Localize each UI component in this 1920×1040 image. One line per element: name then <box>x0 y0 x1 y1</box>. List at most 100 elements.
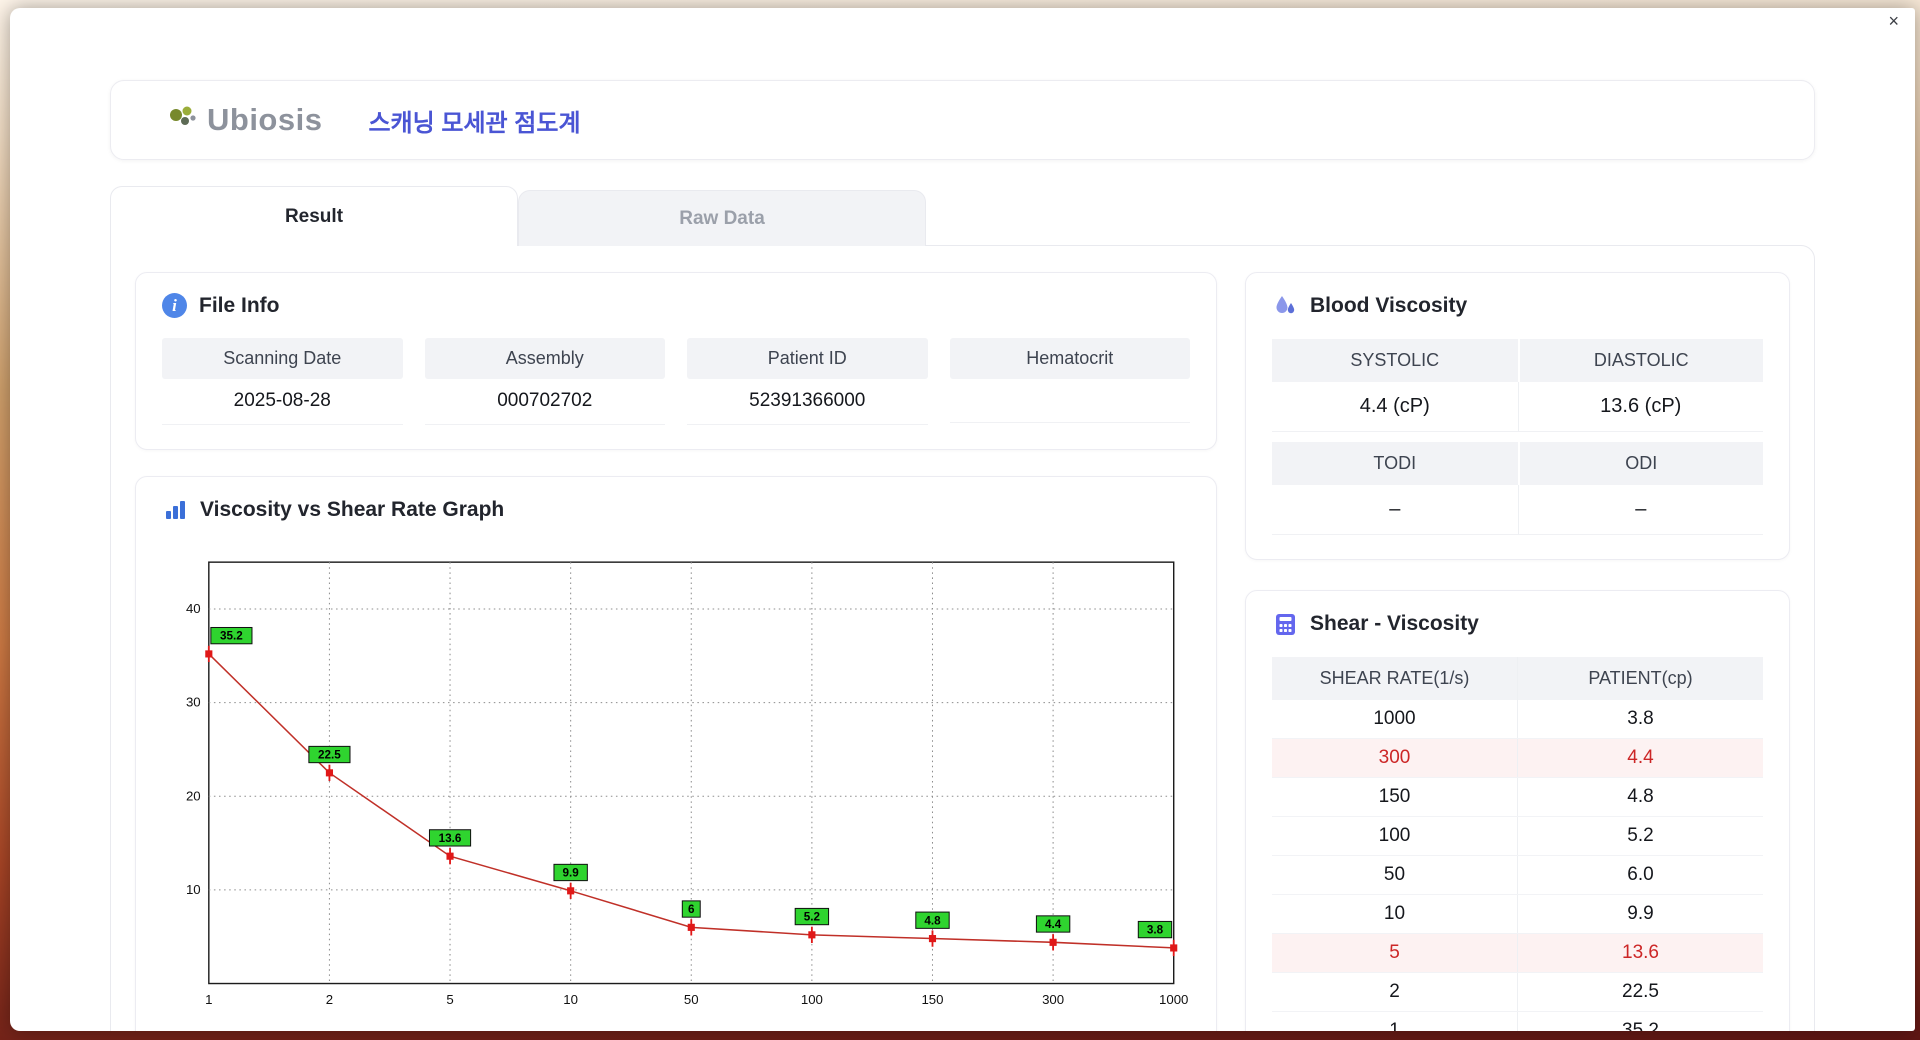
info-icon: i <box>162 293 187 318</box>
close-icon[interactable]: × <box>1888 12 1899 30</box>
svg-text:40: 40 <box>186 601 201 616</box>
field-value: 2025-08-28 <box>162 379 403 425</box>
calculator-icon <box>1272 611 1298 637</box>
table-row: 10 9.9 <box>1272 894 1763 934</box>
app-window: × Ubiosis 스캐닝 모세관 점도계 Result Raw Data i … <box>10 8 1915 1031</box>
svg-text:13.6: 13.6 <box>439 832 462 845</box>
file-info-field: Hematocrit <box>949 338 1190 425</box>
logo-leaf-icon <box>170 106 196 125</box>
table-cell: 300 <box>1272 738 1518 778</box>
table-cell: 2 <box>1272 972 1518 1012</box>
field-value: 52391366000 <box>687 379 928 425</box>
viscosity-graph-card: Viscosity vs Shear Rate Graph 10 20 30 40 1 2… <box>135 476 1217 1031</box>
viscosity-chart: 10 20 30 40 1 2 5 10 50 100 150 300 1000 35.2 22.5 13.6… <box>186 561 1188 1007</box>
header-card: Ubiosis 스캐닝 모세관 점도계 <box>110 80 1815 160</box>
field-value <box>949 379 1190 423</box>
tab-content: i File Info Scanning Date 2025-08-28 Assem… <box>110 245 1815 1031</box>
chart-area: 10 20 30 40 1 2 5 10 50 100 150 300 1000 35.2 22.5 13.6… <box>162 543 1190 1021</box>
table-row: 1 35.2 <box>1272 1011 1763 1031</box>
tab-raw-data[interactable]: Raw Data <box>518 190 926 246</box>
table-row: 150 4.8 <box>1272 777 1763 817</box>
table-cell: 5.2 <box>1517 816 1763 856</box>
table-cell: 13.6 <box>1517 933 1763 973</box>
table-cell: 9.9 <box>1517 894 1763 934</box>
field-value: 000702702 <box>424 379 665 425</box>
page-title: 스캐닝 모세관 점도계 <box>368 109 581 137</box>
svg-text:50: 50 <box>684 992 699 1007</box>
table-cell: 4.8 <box>1517 777 1763 817</box>
table-cell: 50 <box>1272 855 1518 895</box>
svg-text:9.9: 9.9 <box>563 867 580 880</box>
svg-text:1: 1 <box>205 992 212 1007</box>
svg-text:5.2: 5.2 <box>804 911 821 924</box>
field-label: Hematocrit <box>949 338 1190 379</box>
file-info-field: Assembly 000702702 <box>424 338 665 425</box>
svg-text:4.4: 4.4 <box>1045 918 1062 931</box>
bar-chart-icon <box>162 497 188 523</box>
field-label: Patient ID <box>687 338 928 379</box>
svg-text:30: 30 <box>186 695 201 710</box>
shear-viscosity-table: SHEAR RATE(1/s) PATIENT(cp) 1000 3.8 300 4.… <box>1272 657 1763 1031</box>
table-row: 5 13.6 <box>1272 933 1763 973</box>
diastolic-label: DIASTOLIC <box>1517 339 1763 382</box>
svg-text:10: 10 <box>186 882 201 897</box>
svg-text:4.8: 4.8 <box>924 914 941 927</box>
table-cell: 22.5 <box>1517 972 1763 1012</box>
field-label: Assembly <box>424 338 665 379</box>
file-info-field: Scanning Date 2025-08-28 <box>162 338 403 425</box>
svg-text:100: 100 <box>801 992 823 1007</box>
file-info-title: File Info <box>199 293 280 317</box>
tab-bar: Result Raw Data <box>110 186 1815 246</box>
table-cell: 150 <box>1272 777 1518 817</box>
ubiosis-logo: Ubiosis <box>163 100 322 140</box>
table-row: 2 22.5 <box>1272 972 1763 1012</box>
systolic-value: 4.4 (cP) <box>1272 382 1518 432</box>
diastolic-value: 13.6 (cP) <box>1517 382 1763 432</box>
column-header-shear-rate: SHEAR RATE(1/s) <box>1272 657 1518 700</box>
field-label: Scanning Date <box>162 338 403 379</box>
svg-text:300: 300 <box>1042 992 1064 1007</box>
svg-text:2: 2 <box>326 992 333 1007</box>
svg-text:3.8: 3.8 <box>1147 924 1164 937</box>
table-cell: 1000 <box>1272 700 1518 739</box>
svg-text:35.2: 35.2 <box>220 630 243 643</box>
table-cell: 3.8 <box>1517 700 1763 739</box>
column-header-patient: PATIENT(cp) <box>1517 657 1763 700</box>
svg-text:5: 5 <box>446 992 453 1007</box>
shear-viscosity-title: Shear - Viscosity <box>1310 612 1479 635</box>
svg-text:20: 20 <box>186 788 201 803</box>
blood-viscosity-card: Blood Viscosity SYSTOLIC DIASTOLIC 4.4 (… <box>1245 272 1790 560</box>
table-cell: 10 <box>1272 894 1518 934</box>
file-info-field: Patient ID 52391366000 <box>687 338 928 425</box>
table-cell: 6.0 <box>1517 855 1763 895</box>
table-row: 100 5.2 <box>1272 816 1763 856</box>
tab-result[interactable]: Result <box>110 186 518 246</box>
file-info-fields: Scanning Date 2025-08-28 Assembly 000702702… <box>162 338 1190 425</box>
table-cell: 35.2 <box>1517 1011 1763 1031</box>
table-row: 50 6.0 <box>1272 855 1763 895</box>
graph-title: Viscosity vs Shear Rate Graph <box>200 498 505 521</box>
svg-text:1000: 1000 <box>1159 992 1188 1007</box>
odi-label: ODI <box>1517 442 1763 485</box>
table-row: 1000 3.8 <box>1272 700 1763 739</box>
todi-label: TODI <box>1272 442 1518 485</box>
file-info-card: i File Info Scanning Date 2025-08-28 Assem… <box>135 272 1217 450</box>
shear-viscosity-card: Shear - Viscosity SHEAR RATE(1/s) PATIEN… <box>1245 590 1790 1031</box>
todi-value: – <box>1272 485 1518 535</box>
odi-value: – <box>1517 485 1763 535</box>
brand-text: Ubiosis <box>207 102 323 137</box>
droplet-icon <box>1272 293 1298 319</box>
table-row: 300 4.4 <box>1272 738 1763 778</box>
title-bar: × <box>10 8 1915 34</box>
table-cell: 100 <box>1272 816 1518 856</box>
table-cell: 5 <box>1272 933 1518 973</box>
table-cell: 1 <box>1272 1011 1518 1031</box>
systolic-label: SYSTOLIC <box>1272 339 1518 382</box>
shear-table-body: 1000 3.8 300 4.4 150 4.8 100 5.2 50 6.0 10 9.9 5 13.6… <box>1272 700 1763 1031</box>
blood-viscosity-grid: SYSTOLIC DIASTOLIC 4.4 (cP) 13.6 (cP) TO… <box>1272 339 1763 535</box>
blood-viscosity-title: Blood Viscosity <box>1310 294 1468 317</box>
svg-text:6: 6 <box>688 903 695 916</box>
table-cell: 4.4 <box>1517 738 1763 778</box>
svg-text:150: 150 <box>921 992 943 1007</box>
svg-text:22.5: 22.5 <box>318 749 341 762</box>
